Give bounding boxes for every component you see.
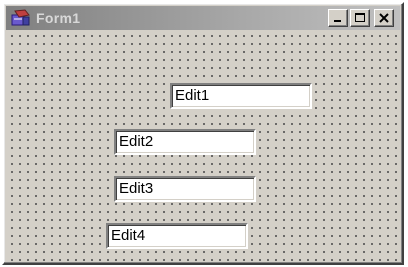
edit2-field[interactable]: Edit2 (114, 129, 256, 155)
edit4-field[interactable]: Edit4 (106, 223, 248, 249)
title-bar[interactable]: Form1 (6, 6, 400, 30)
close-icon (379, 13, 389, 23)
maximize-button[interactable] (350, 9, 370, 27)
close-button[interactable] (374, 9, 394, 27)
form-client-area[interactable]: Edit1 Edit2 Edit3 Edit4 (6, 30, 400, 261)
form-window[interactable]: Form1 Edit1 Edit2 Edit3 Edit4 (2, 2, 404, 265)
minimize-icon (334, 20, 341, 22)
delphi-form-icon[interactable] (11, 9, 31, 27)
maximize-icon (355, 13, 365, 22)
edit1-field[interactable]: Edit1 (170, 83, 312, 109)
minimize-button[interactable] (328, 9, 348, 27)
edit3-field[interactable]: Edit3 (114, 176, 256, 202)
window-title: Form1 (36, 10, 81, 26)
